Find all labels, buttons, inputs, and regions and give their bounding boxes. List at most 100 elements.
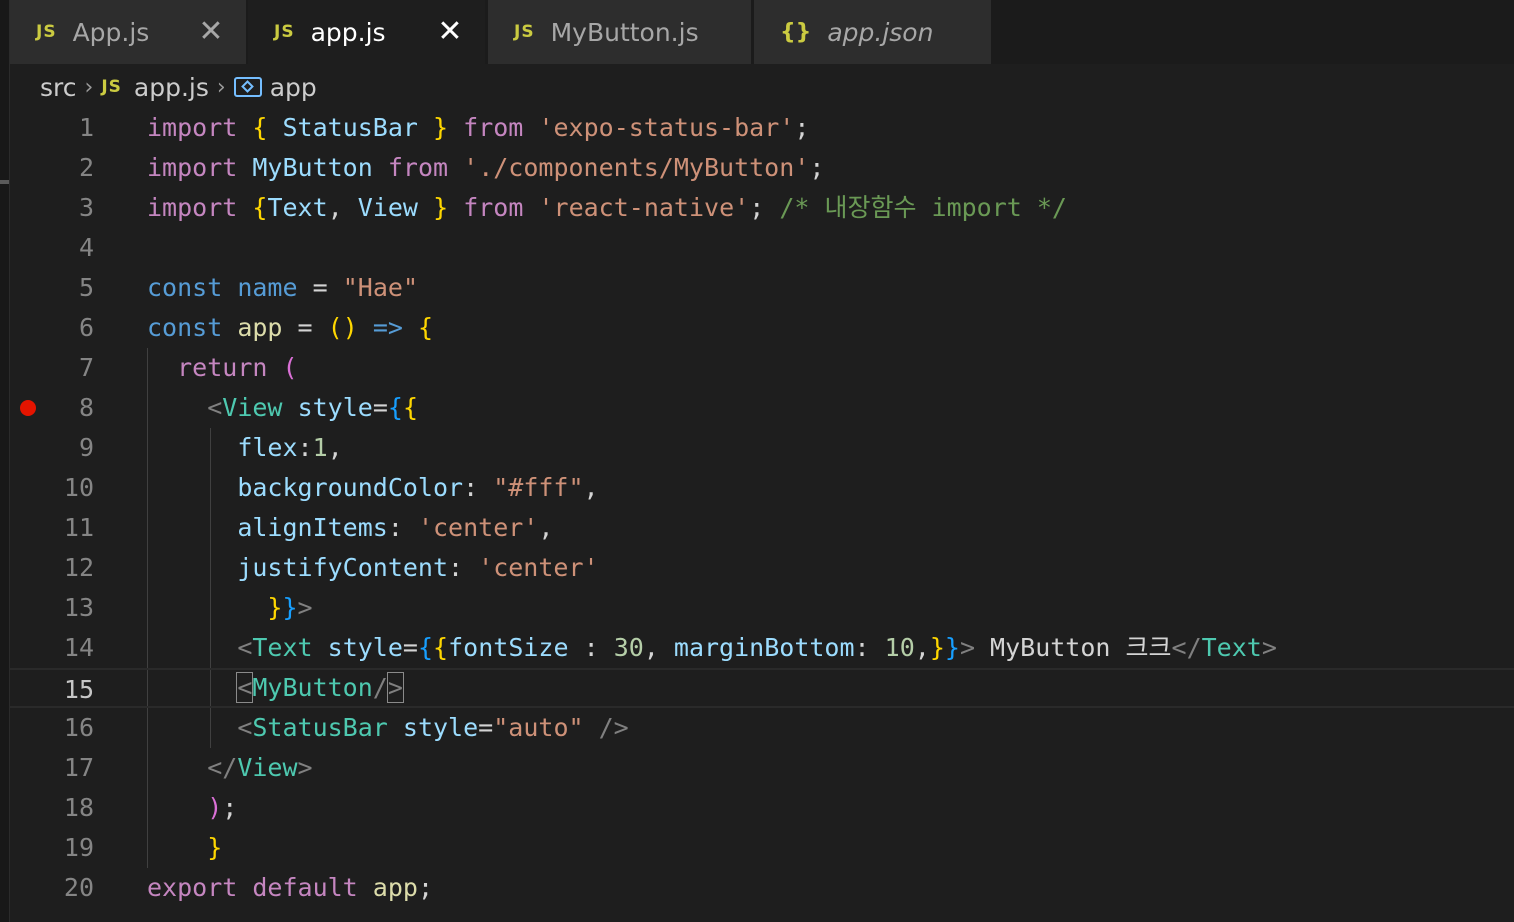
token: > [297,753,313,782]
token: import [147,193,238,222]
token: "auto" [493,713,584,742]
token: StatusBar [252,713,388,742]
breadcrumb-symbol-label: app [269,72,317,102]
code-line[interactable]: 9 flex:1, [10,428,1514,468]
tab-label: app.js [310,17,386,47]
code-editor: JS App.js ✕ JS app.js ✕ JS MyButton.js {… [0,0,1514,922]
code-line[interactable]: 4 [10,228,1514,268]
line-number: 4 [78,233,94,262]
token: justifyContent [237,553,449,582]
line-number: 20 [63,873,94,902]
code-line[interactable]: 6 const app = () => { [10,308,1514,348]
code-line[interactable]: 7 return ( [10,348,1514,388]
code-line[interactable]: 3 import {Text, View } from 'react-nativ… [10,188,1514,228]
token: () [327,313,358,342]
code-line[interactable]: 16 <StatusBar style="auto" /> [10,708,1514,748]
token: } [944,633,960,662]
token: export [147,873,238,902]
token: } [267,593,283,622]
code-area[interactable]: 1 import { StatusBar } from 'expo-status… [10,108,1514,922]
code-line[interactable]: 1 import { StatusBar } from 'expo-status… [10,108,1514,148]
json-file-icon: {} [780,19,812,45]
token: = [297,313,313,342]
code-line[interactable]: 18 ); [10,788,1514,828]
tab-label: App.js [72,17,150,47]
breadcrumb-folder[interactable]: src [40,73,77,102]
code-line[interactable]: 8 <View style={{ [10,388,1514,428]
token: 10 [884,633,915,662]
token: , [914,633,930,662]
tab-app-json[interactable]: {} app.json [754,0,992,64]
code-line[interactable]: 19 } [10,828,1514,868]
code-line[interactable]: 20 export default app; [10,868,1514,908]
activity-strip [0,0,10,922]
code-line[interactable]: 14 <Text style={{fontSize : 30, marginBo… [10,628,1514,668]
token: ; [794,113,810,142]
token: return [177,353,268,382]
line-number: 14 [63,633,94,662]
tab-app-js[interactable]: JS app.js ✕ [248,0,486,64]
token: 'expo-status-bar' [538,113,795,142]
line-number: 19 [63,833,94,862]
tab-mybutton-js[interactable]: JS MyButton.js [488,0,752,64]
token: View [237,753,298,782]
js-file-icon: JS [274,22,295,42]
close-icon[interactable]: ✕ [433,14,467,49]
token: /> [583,713,629,742]
token: { [252,113,268,142]
token: , [538,513,554,542]
breadcrumb-symbol[interactable]: app [233,72,317,102]
token: fontSize [448,633,569,662]
line-number: 15 [63,675,94,704]
close-icon[interactable]: ✕ [194,14,228,49]
code-line[interactable]: 11 alignItems: 'center', [10,508,1514,548]
token: { [387,393,403,422]
token: = [372,393,388,422]
token: = [402,633,418,662]
token: , [583,473,599,502]
token: import [147,153,238,182]
tab-app-js-upper[interactable]: JS App.js ✕ [10,0,247,64]
line-number: 3 [78,193,94,222]
code-line[interactable]: 17 </View> [10,748,1514,788]
token: { [402,393,419,422]
token: View [222,393,283,422]
token: } [433,113,449,142]
token: = [478,713,494,742]
code-line[interactable]: 13 }}> [10,588,1514,628]
line-number: 8 [78,393,94,422]
line-number: 11 [63,513,94,542]
token: ) [207,793,223,822]
code-line[interactable]: 12 justifyContent: 'center' [10,548,1514,588]
token: { [433,633,449,662]
token: "Hae" [342,273,418,302]
token: > [297,593,313,622]
token: < [236,672,254,703]
token: 'react-native' [538,193,750,222]
token: : [568,633,614,662]
token: backgroundColor [237,473,464,502]
token: } [929,633,945,662]
token: : [854,633,885,662]
token: ; [809,153,825,182]
tab-bar: JS App.js ✕ JS app.js ✕ JS MyButton.js {… [10,0,1514,64]
code-line[interactable]: 5 const name = "Hae" [10,268,1514,308]
token: ( [282,353,298,382]
token: > [959,633,975,662]
code-line[interactable]: 10 backgroundColor: "#fff", [10,468,1514,508]
token: : [387,513,403,542]
token: ; [222,793,238,822]
token: : [297,433,313,462]
breadcrumb-file[interactable]: JS app.js [101,73,209,102]
token: => [372,313,403,342]
code-line-current[interactable]: 15 <MyButton/> [10,668,1514,708]
token: marginBottom [673,633,855,662]
js-file-icon: JS [36,22,57,42]
token: { [252,193,268,222]
token: , [643,633,674,662]
code-line[interactable]: 2 import MyButton from './components/MyB… [10,148,1514,188]
scroll-marker [0,180,9,184]
token: { [418,313,434,342]
token: < [207,393,223,422]
token: MyButton 크크 [975,633,1172,662]
